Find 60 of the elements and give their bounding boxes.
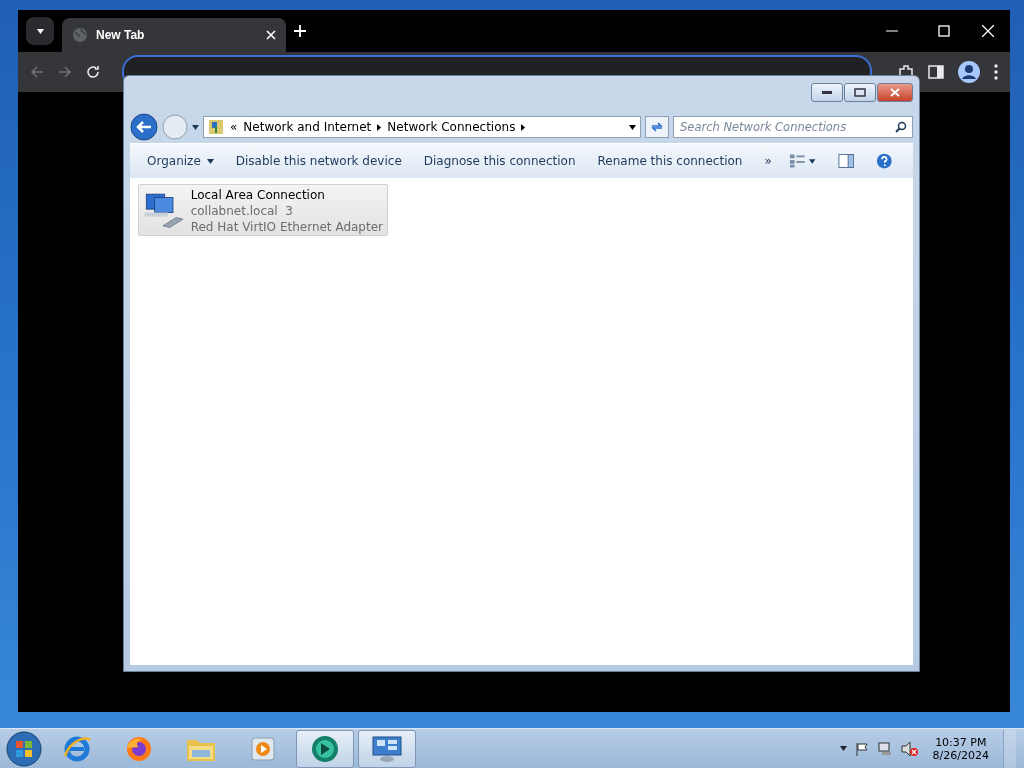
command-button[interactable]: Disable this network device <box>226 150 411 172</box>
globe-icon <box>72 27 88 43</box>
disc-icon <box>310 733 340 764</box>
connection-item[interactable]: Local Area Connection collabnet.local 3 Red Hat VirtIO Ethernet Adapter <box>138 184 388 236</box>
network-icon[interactable] <box>876 741 893 756</box>
more-commands-button[interactable]: » <box>755 150 781 172</box>
search-field[interactable]: Search Network Connections <box>673 116 913 138</box>
restore-button[interactable] <box>844 83 876 102</box>
close-icon[interactable] <box>982 25 994 37</box>
forward-icon[interactable] <box>58 65 72 79</box>
breadcrumb-item[interactable]: Network and Internet <box>243 120 372 134</box>
connection-name: Local Area Connection <box>190 187 326 203</box>
restore-icon <box>854 88 866 97</box>
show-hidden-icons-icon <box>839 746 847 751</box>
minimize-button[interactable] <box>811 83 843 102</box>
dropdown-caret-icon <box>629 124 636 130</box>
clock-time: 10:37 PM <box>935 735 987 749</box>
browser-tab[interactable]: New Tab <box>62 18 286 52</box>
command-button[interactable]: Rename this connection <box>588 150 752 172</box>
muted-speaker-icon[interactable] <box>900 740 919 757</box>
command-button[interactable]: Diagnose this connection <box>414 150 585 172</box>
close-icon[interactable] <box>266 30 276 40</box>
back-icon[interactable] <box>130 113 158 141</box>
side-panel-icon[interactable] <box>928 65 944 79</box>
search-icon <box>895 121 907 133</box>
reload-icon[interactable] <box>86 65 100 79</box>
network-folder-icon <box>208 119 224 135</box>
caret-icon <box>206 158 214 164</box>
tab-search-button[interactable] <box>26 17 54 45</box>
start-button[interactable] <box>4 729 44 768</box>
address-bar[interactable]: « Network and Internet Network Connections <box>203 116 641 138</box>
tab-title: New Tab <box>96 28 146 42</box>
media-player-icon <box>250 735 276 762</box>
connection-detail: collabnet.local 3 <box>190 203 294 219</box>
chevron-icon <box>36 28 44 34</box>
caret-icon <box>809 158 816 164</box>
connection-detail: Red Hat VirtIO Ethernet Adapter <box>190 219 383 235</box>
flag-icon[interactable] <box>854 741 869 756</box>
chevron-icon <box>377 123 382 131</box>
maximize-icon[interactable] <box>938 25 950 37</box>
control-panel-icon <box>371 734 403 763</box>
clock[interactable]: 10:37 PM 8/26/2024 <box>926 735 995 762</box>
view-options-icon[interactable] <box>788 153 806 169</box>
command-button[interactable]: Organize <box>138 150 223 172</box>
taskbar-button[interactable] <box>358 729 416 768</box>
refresh-icon <box>650 120 664 134</box>
chevron-icon <box>521 123 526 131</box>
close-icon <box>890 88 900 97</box>
menu-icon[interactable] <box>994 64 998 80</box>
preview-pane-icon[interactable] <box>837 153 855 169</box>
breadcrumb-overflow[interactable]: « <box>230 120 238 134</box>
refresh-button[interactable] <box>645 116 669 138</box>
avatar-icon[interactable] <box>958 61 980 83</box>
help-icon[interactable] <box>876 152 893 170</box>
breadcrumb-item[interactable]: Network Connections <box>387 120 516 134</box>
taskbar-button[interactable] <box>296 729 354 768</box>
new-tab-icon[interactable] <box>294 25 306 37</box>
history-caret-icon <box>192 124 199 130</box>
close-button[interactable] <box>877 83 913 102</box>
clock-date: 8/26/2024 <box>932 748 989 762</box>
